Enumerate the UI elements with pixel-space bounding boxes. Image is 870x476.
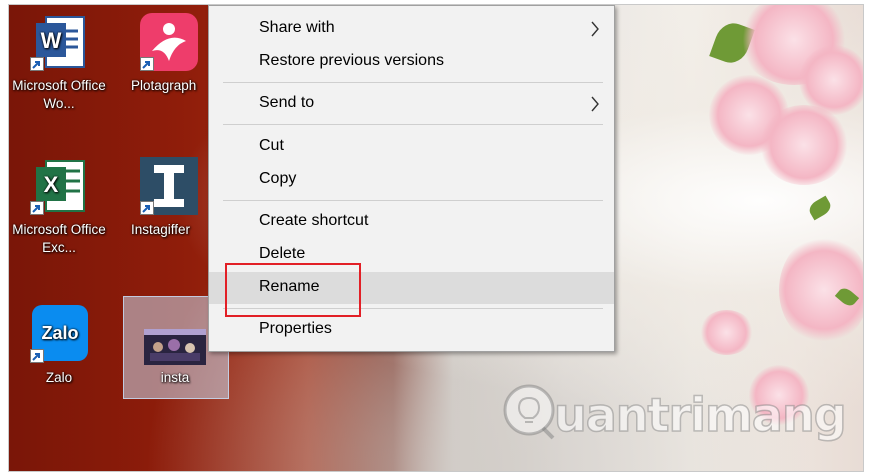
icon-label: Zalo xyxy=(45,370,73,385)
menu-item-label: Create shortcut xyxy=(259,212,369,229)
menu-separator xyxy=(223,124,603,125)
svg-text:X: X xyxy=(44,172,59,197)
menu-item-cut[interactable]: Cut xyxy=(209,131,614,163)
desktop-icon-zalo[interactable]: Zalo Zalo xyxy=(11,303,107,387)
word-icon: W xyxy=(28,11,90,73)
menu-item-label: Send to xyxy=(259,94,315,111)
svg-text:Zalo: Zalo xyxy=(41,323,78,343)
video-thumbnail xyxy=(144,303,206,365)
plotagraph-icon xyxy=(138,11,200,73)
svg-text:W: W xyxy=(41,28,62,53)
shortcut-arrow-icon xyxy=(140,201,154,215)
icon-label: Microsoft Office Exc... xyxy=(12,222,106,255)
desktop-screenshot: W Microsoft Office Wo... Plotagraph X Mi… xyxy=(8,4,864,472)
menu-item-send-to[interactable]: Send to xyxy=(209,88,614,120)
icon-label: Plotagraph xyxy=(131,78,197,93)
menu-item-label: Share with xyxy=(259,19,335,36)
menu-item-share-with[interactable]: Share with xyxy=(209,13,614,45)
menu-item-label: Restore previous versions xyxy=(259,52,444,69)
icon-label: Instagiffer xyxy=(131,222,191,237)
instagiffer-icon xyxy=(138,155,200,217)
menu-item-label: Cut xyxy=(259,137,284,154)
excel-icon: X xyxy=(28,155,90,217)
menu-item-label: Delete xyxy=(259,245,306,262)
shortcut-arrow-icon xyxy=(140,57,154,71)
menu-item-properties[interactable]: Properties xyxy=(209,314,614,346)
menu-item-create-shortcut[interactable]: Create shortcut xyxy=(209,206,614,238)
rename-highlight-box xyxy=(225,263,361,317)
icon-label: insta xyxy=(160,370,190,385)
chevron-right-icon xyxy=(590,96,600,117)
chevron-right-icon xyxy=(590,21,600,42)
desktop-icon-excel[interactable]: X Microsoft Office Exc... xyxy=(11,155,107,257)
icon-label: Microsoft Office Wo... xyxy=(12,78,106,111)
watermark-text: uantrimang xyxy=(553,387,847,443)
menu-item-label: Properties xyxy=(259,320,332,337)
menu-item-restore-previous-versions[interactable]: Restore previous versions xyxy=(209,46,614,78)
menu-item-copy[interactable]: Copy xyxy=(209,164,614,196)
menu-item-label: Copy xyxy=(259,170,297,187)
shortcut-arrow-icon xyxy=(30,201,44,215)
desktop-icon-word[interactable]: W Microsoft Office Wo... xyxy=(11,11,107,113)
menu-separator xyxy=(223,200,603,201)
shortcut-arrow-icon xyxy=(30,57,44,71)
menu-separator xyxy=(223,82,603,83)
watermark: uantrimang xyxy=(499,378,859,448)
shortcut-arrow-icon xyxy=(30,349,44,363)
desktop-icon-plotagraph[interactable]: Plotagraph xyxy=(121,11,217,95)
desktop-icon-instagiffer[interactable]: Instagiffer xyxy=(121,155,217,239)
zalo-icon: Zalo xyxy=(28,303,90,365)
lightbulb-q-logo xyxy=(503,384,555,440)
